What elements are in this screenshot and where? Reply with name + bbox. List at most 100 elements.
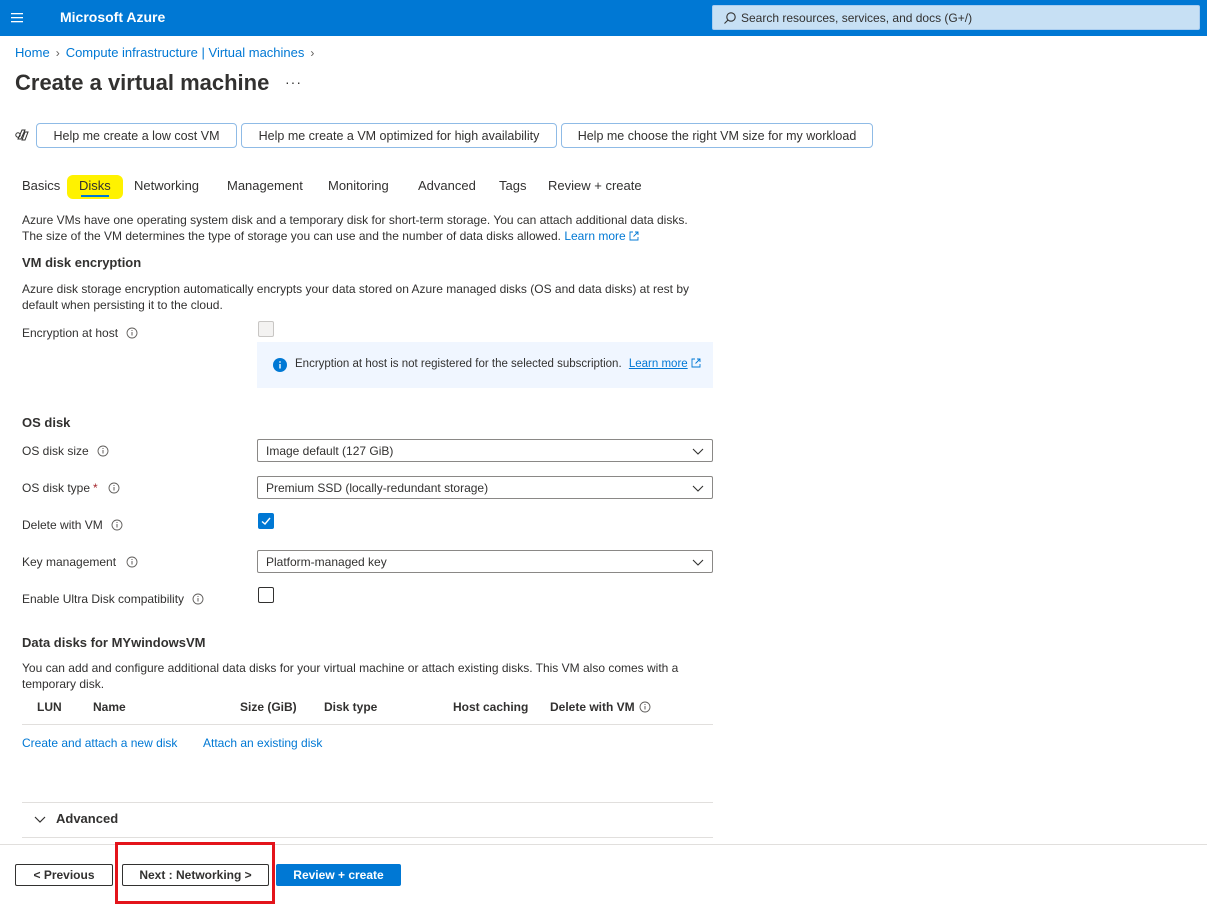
column-header-delete-with-vm-text: Delete with VM [550, 700, 635, 714]
tab-networking[interactable]: Networking [134, 178, 199, 193]
help-low-cost-vm-button[interactable]: Help me create a low cost VM [36, 123, 237, 148]
key-management-label: Key management [22, 555, 138, 569]
intro-line-2-text: The size of the VM determines the type o… [22, 229, 561, 243]
encryption-learn-more-link[interactable]: Learn more [629, 358, 688, 370]
breadcrumb: Home › Compute infrastructure | Virtual … [15, 45, 320, 60]
chevron-down-icon [692, 448, 704, 455]
table-header-divider [22, 724, 713, 725]
encryption-desc-line-1: Azure disk storage encryption automatica… [22, 282, 690, 296]
tab-management[interactable]: Management [227, 178, 303, 193]
info-icon[interactable] [97, 445, 109, 457]
encryption-description: Azure disk storage encryption automatica… [22, 281, 742, 313]
encryption-at-host-label: Encryption at host [22, 326, 138, 340]
help-high-availability-button[interactable]: Help me create a VM optimized for high a… [241, 123, 557, 148]
previous-button[interactable]: < Previous [15, 864, 113, 886]
column-header-disk-type[interactable]: Disk type [324, 700, 377, 714]
global-search[interactable] [712, 5, 1200, 30]
os-disk-section-title: OS disk [22, 415, 71, 430]
os-disk-type-value: Premium SSD (locally-redundant storage) [266, 481, 489, 495]
search-icon [724, 12, 736, 24]
os-disk-size-value: Image default (127 GiB) [266, 444, 394, 458]
breadcrumb-home[interactable]: Home [15, 45, 50, 60]
info-icon[interactable] [639, 701, 651, 713]
tab-disks[interactable]: Disks [67, 175, 123, 199]
key-management-value: Platform-managed key [266, 555, 387, 569]
data-disks-desc-line-2: temporary disk. [22, 677, 105, 691]
os-disk-type-text: OS disk type [22, 481, 91, 495]
intro-learn-more-text: Learn more [564, 229, 626, 243]
copilot-icon [15, 129, 29, 141]
data-disks-desc-line-1: You can add and configure additional dat… [22, 661, 679, 675]
encryption-info-message: Encryption at host is not registered for… [257, 342, 713, 388]
column-header-host-caching[interactable]: Host caching [453, 700, 528, 714]
column-header-size[interactable]: Size (GiB) [240, 700, 297, 714]
column-header-lun[interactable]: LUN [37, 700, 62, 714]
search-input[interactable] [741, 6, 1181, 29]
tab-advanced[interactable]: Advanced [418, 178, 476, 193]
chevron-right-icon: › [310, 45, 315, 60]
chevron-right-icon: › [55, 45, 60, 60]
intro-learn-more-link[interactable]: Learn more [564, 229, 639, 243]
encryption-at-host-checkbox[interactable] [258, 321, 274, 337]
info-icon[interactable] [126, 327, 138, 339]
key-management-dropdown[interactable]: Platform-managed key [257, 550, 713, 573]
delete-with-vm-label: Delete with VM [22, 518, 123, 532]
tab-tags[interactable]: Tags [499, 178, 526, 193]
page-title: Create a virtual machine [15, 70, 270, 95]
create-attach-disk-link[interactable]: Create and attach a new disk [22, 735, 177, 751]
data-disks-section-title: Data disks for MYwindowsVM [22, 635, 206, 650]
intro-line-2: The size of the VM determines the type o… [22, 228, 742, 244]
advanced-section-toggle[interactable]: Advanced [22, 811, 118, 826]
brand-title[interactable]: Microsoft Azure [60, 9, 165, 25]
info-filled-icon [273, 358, 287, 372]
chevron-down-icon [34, 816, 46, 823]
intro-line-1: Azure VMs have one operating system disk… [22, 213, 688, 227]
info-icon[interactable] [126, 556, 138, 568]
tab-monitoring[interactable]: Monitoring [328, 178, 389, 193]
external-link-icon [629, 231, 639, 241]
delete-with-vm-checkbox[interactable] [258, 513, 274, 529]
encryption-info-text: Encryption at host is not registered for… [295, 358, 701, 370]
advanced-top-divider [22, 802, 713, 803]
os-disk-size-text: OS disk size [22, 444, 89, 458]
encryption-info-message-text: Encryption at host is not registered for… [295, 358, 622, 370]
external-link-icon [691, 358, 701, 368]
menu-icon[interactable] [10, 10, 26, 26]
ultra-disk-text: Enable Ultra Disk compatibility [22, 592, 185, 606]
breadcrumb-virtual-machines[interactable]: Compute infrastructure | Virtual machine… [66, 45, 305, 60]
chevron-down-icon [692, 559, 704, 566]
tab-disks-label: Disks [79, 178, 111, 193]
encryption-at-host-text: Encryption at host [22, 326, 119, 340]
attach-existing-disk-link[interactable]: Attach an existing disk [203, 735, 322, 751]
encryption-section-title: VM disk encryption [22, 255, 142, 270]
column-header-delete-with-vm[interactable]: Delete with VM [550, 700, 651, 714]
review-create-button[interactable]: Review + create [276, 864, 401, 886]
encryption-desc-line-2: default when persisting it to the cloud. [22, 298, 223, 312]
os-disk-type-dropdown[interactable]: Premium SSD (locally-redundant storage) [257, 476, 713, 499]
help-vm-size-button[interactable]: Help me choose the right VM size for my … [561, 123, 873, 148]
more-options-icon[interactable]: ··· [285, 74, 302, 90]
disks-intro: Azure VMs have one operating system disk… [22, 212, 742, 244]
os-disk-size-dropdown[interactable]: Image default (127 GiB) [257, 439, 713, 462]
info-icon[interactable] [111, 519, 123, 531]
ultra-disk-checkbox[interactable] [258, 587, 274, 603]
column-header-name[interactable]: Name [93, 700, 126, 714]
os-disk-type-label: OS disk type * [22, 481, 120, 495]
info-icon[interactable] [108, 482, 120, 494]
encryption-learn-more-text: Learn more [628, 358, 688, 370]
os-disk-size-label: OS disk size [22, 444, 109, 458]
tab-basics[interactable]: Basics [22, 178, 60, 193]
ultra-disk-label: Enable Ultra Disk compatibility [22, 592, 204, 606]
checkmark-icon [261, 517, 271, 525]
tab-review-create[interactable]: Review + create [548, 178, 642, 193]
advanced-bottom-divider [22, 837, 713, 838]
data-disks-description: You can add and configure additional dat… [22, 660, 742, 692]
delete-with-vm-text: Delete with VM [22, 518, 103, 532]
info-icon[interactable] [192, 593, 204, 605]
chevron-down-icon [692, 485, 704, 492]
required-asterisk: * [93, 481, 98, 495]
active-tab-indicator [81, 195, 109, 197]
annotation-highlight-box [115, 842, 275, 904]
key-management-text: Key management [22, 555, 117, 569]
top-bar: Microsoft Azure [0, 0, 1207, 36]
